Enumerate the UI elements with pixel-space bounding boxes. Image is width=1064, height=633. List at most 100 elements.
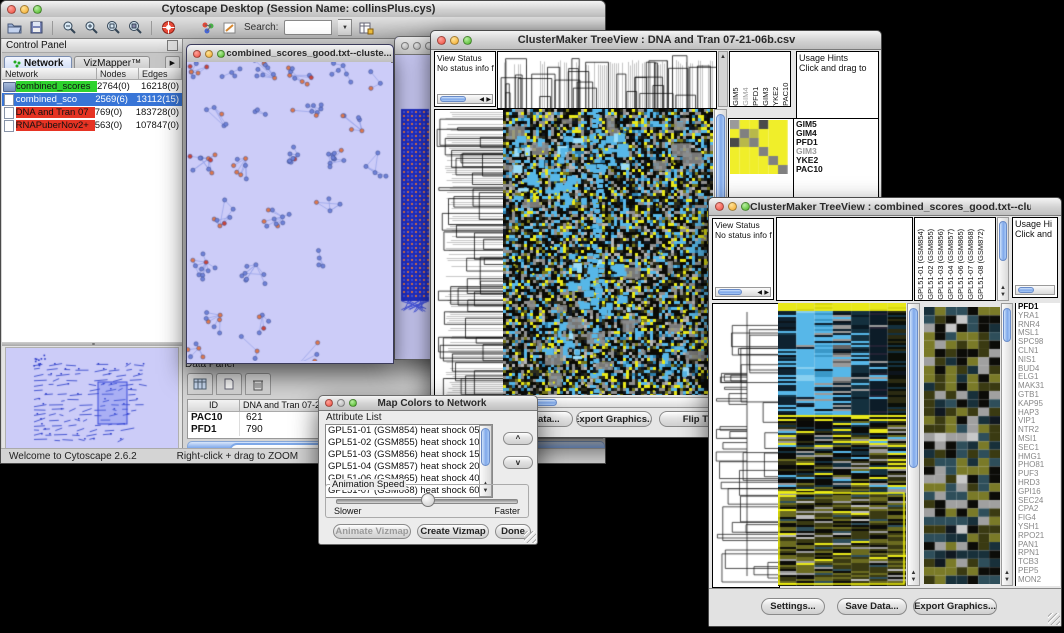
column-label[interactable]: GPL51-03 (GSM856): [936, 221, 946, 300]
column-label[interactable]: GPL51-02 (GSM855): [926, 221, 936, 300]
close-button[interactable]: [715, 202, 724, 211]
column-label[interactable]: GPL51-01 (GSM854): [916, 221, 926, 300]
close-button[interactable]: [437, 36, 446, 45]
close-button[interactable]: [7, 5, 16, 14]
export-graphics-button[interactable]: Export Graphics...: [913, 598, 997, 615]
zoom-out-icon[interactable]: [61, 20, 77, 36]
move-down-button[interactable]: v: [503, 456, 533, 469]
create-vizmap-button[interactable]: Create Vizmap: [417, 524, 489, 539]
move-up-button[interactable]: ^: [503, 432, 533, 445]
zoom-button[interactable]: [33, 5, 42, 14]
column-labels[interactable]: GIM5GIM4PFD1GIM3YKE2PAC10: [731, 52, 791, 106]
minimize-button[interactable]: [205, 50, 213, 58]
scroll-up-arrow[interactable]: ▲: [998, 285, 1008, 291]
up-arrow-icon[interactable]: ▲: [719, 54, 727, 60]
speed-slider-thumb[interactable]: [421, 493, 435, 507]
gene-labels[interactable]: GIM5GIM4PFD1GIM3YKE2PAC10: [796, 120, 823, 174]
resize-grip[interactable]: [1048, 613, 1060, 625]
save-icon[interactable]: [28, 20, 44, 36]
row-dendrogram-canvas[interactable]: [434, 109, 504, 397]
heatmap-vscrollbar[interactable]: ▲ ▼: [907, 303, 920, 586]
animate-vizmap-button[interactable]: Animate Vizmap: [333, 524, 411, 539]
scroll-thumb[interactable]: [440, 96, 466, 102]
col-edges[interactable]: Edges: [139, 68, 182, 80]
annotation-icon[interactable]: [222, 20, 238, 36]
zoom-view-vscrollbar[interactable]: ▲ ▼: [1001, 303, 1013, 586]
column-labels[interactable]: GPL51-01 (GSM854)GPL51-02 (GSM855)GPL51-…: [916, 218, 986, 300]
scroll-thumb[interactable]: [1018, 287, 1034, 293]
attribute-select-icon[interactable]: [187, 373, 213, 395]
network-overview-canvas[interactable]: [5, 347, 179, 449]
attribute-item[interactable]: GPL51-04 (GSM857) heat shock 20 min: [326, 461, 492, 473]
vizmapper-icon[interactable]: [200, 20, 216, 36]
minimize-button[interactable]: [413, 42, 421, 50]
scroll-thumb[interactable]: [909, 308, 918, 468]
network-list-row[interactable]: RNAPuberNov2+563(0)107847(0): [2, 119, 182, 132]
column-label[interactable]: PAC10: [781, 54, 791, 106]
minimize-button[interactable]: [337, 399, 345, 407]
open-folder-icon[interactable]: [6, 20, 22, 36]
usage-hints-hscrollbar[interactable]: [1015, 285, 1055, 295]
minimize-button[interactable]: [20, 5, 29, 14]
column-label[interactable]: GIM4: [741, 54, 751, 106]
main-titlebar[interactable]: Cytoscape Desktop (Session Name: collins…: [1, 1, 605, 18]
close-button[interactable]: [193, 50, 201, 58]
scroll-down-arrow[interactable]: ▼: [1002, 577, 1012, 583]
import-table-icon[interactable]: [358, 20, 374, 36]
zoom-view-canvas[interactable]: [924, 307, 1000, 584]
network-list-row[interactable]: combined_scores2764(0)16218(0): [2, 80, 182, 93]
zoom-in-icon[interactable]: [83, 20, 99, 36]
scroll-down-arrow[interactable]: ▼: [908, 577, 919, 583]
column-label[interactable]: GPL51-08 (GSM872): [976, 221, 986, 300]
column-dendrogram-canvas[interactable]: [497, 51, 717, 109]
column-dendrogram-panel[interactable]: [776, 217, 913, 301]
scroll-up-arrow[interactable]: ▲: [1002, 570, 1012, 576]
save-data-button[interactable]: Save Data...: [837, 598, 907, 615]
heatmap-canvas[interactable]: [503, 109, 713, 395]
close-button[interactable]: [325, 399, 333, 407]
column-label[interactable]: GPL51-06 (GSM865): [956, 221, 966, 300]
delete-attribute-icon[interactable]: [245, 373, 271, 395]
scroll-left-arrow[interactable]: ◀: [757, 289, 762, 296]
attribute-item[interactable]: GPL51-01 (GSM854) heat shock 05 min: [326, 425, 492, 437]
close-button[interactable]: [401, 42, 409, 50]
scroll-thumb[interactable]: [1003, 308, 1011, 342]
attribute-item[interactable]: GPL51-03 (GSM856) heat shock 15 min: [326, 449, 492, 461]
new-attribute-icon[interactable]: [216, 373, 242, 395]
zoom-button[interactable]: [349, 399, 357, 407]
view-status-hscrollbar[interactable]: ◀ ▶: [715, 287, 771, 297]
column-labels-vscrollbar[interactable]: ▲ ▼: [997, 217, 1009, 301]
panel-divider[interactable]: [2, 342, 182, 346]
zoom-button[interactable]: [741, 202, 750, 211]
scroll-thumb[interactable]: [999, 221, 1007, 261]
col-nodes[interactable]: Nodes: [97, 68, 139, 80]
search-dropdown-button[interactable]: ▼: [338, 19, 352, 36]
resize-grip[interactable]: [524, 531, 536, 543]
scroll-up-arrow[interactable]: ▲: [908, 570, 919, 576]
network-list-row[interactable]: DNA and Tran 07769(0)183728(0): [2, 106, 182, 119]
search-input[interactable]: [284, 20, 332, 35]
heatmap-canvas[interactable]: [778, 303, 906, 586]
scroll-down-arrow[interactable]: ▼: [998, 292, 1008, 298]
scroll-thumb[interactable]: [481, 428, 490, 466]
grid-network-canvas[interactable]: [397, 55, 433, 345]
settings-button[interactable]: Settings...: [761, 598, 825, 615]
minimize-button[interactable]: [450, 36, 459, 45]
view-status-hscrollbar[interactable]: ◀ ▶: [437, 94, 493, 104]
gene-label[interactable]: PAC10: [796, 165, 823, 174]
column-label[interactable]: GIM5: [731, 54, 741, 106]
minimize-button[interactable]: [728, 202, 737, 211]
scroll-thumb[interactable]: [718, 289, 742, 295]
column-label[interactable]: GPL51-07 (GSM868): [966, 221, 976, 300]
network-canvas[interactable]: [187, 62, 391, 361]
gene-labels[interactable]: PFD1YRA1RNR4MSL1SPC98CLN1NIS1BUD4ELG1MAK…: [1015, 303, 1060, 586]
column-label[interactable]: PFD1: [751, 54, 761, 106]
zoom-selected-icon[interactable]: [127, 20, 143, 36]
gene-label[interactable]: MON2: [1016, 576, 1060, 585]
scroll-left-arrow[interactable]: ◀: [479, 96, 484, 103]
col-network[interactable]: Network: [2, 68, 97, 80]
network-list-row[interactable]: combined_sco2569(6)13112(15): [2, 93, 182, 106]
export-graphics-button[interactable]: Export Graphics...: [576, 411, 652, 427]
dialog-titlebar[interactable]: Map Colors to Network: [319, 396, 537, 411]
zoom-fit-icon[interactable]: [105, 20, 121, 36]
